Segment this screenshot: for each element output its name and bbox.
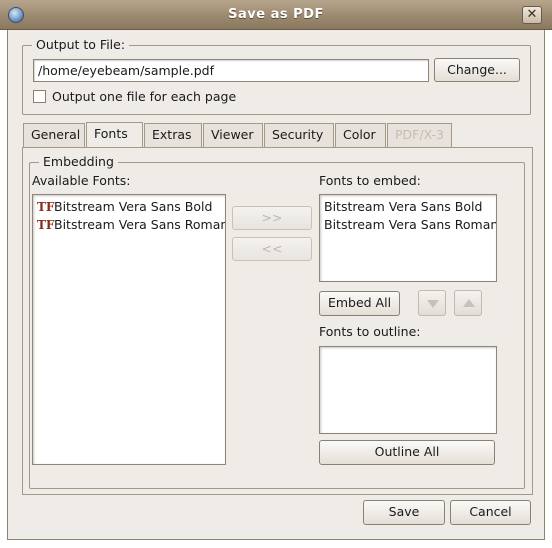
tab-extras-label: Extras [152,127,192,142]
output-group: Output to File: /home/eyebeam/sample.pdf… [22,37,531,115]
font-name: Bitstream Vera Sans Roman [54,217,226,232]
tab-fonts-label: Fonts [94,126,128,141]
available-fonts-list[interactable]: TFBitstream Vera Sans Bold TFBitstream V… [32,194,226,465]
tab-general[interactable]: General [23,123,85,147]
arrow-down-icon [427,300,439,308]
list-item[interactable]: TFBitstream Vera Sans Roman [33,216,225,234]
embed-all-button[interactable]: Embed All [319,291,400,316]
fonts-to-outline-label: Fonts to outline: [319,324,421,339]
window-title: Save as PDF [228,7,324,22]
tab-extras[interactable]: Extras [144,123,202,147]
move-up-button[interactable] [454,290,482,316]
available-fonts-label: Available Fonts: [32,173,131,188]
embedding-group: Embedding Available Fonts: TFBitstream V… [29,154,525,489]
fonts-tab-panel: Embedding Available Fonts: TFBitstream V… [22,147,533,495]
list-item[interactable]: Bitstream Vera Sans Roman [320,216,496,234]
close-button[interactable]: ✕ [522,6,542,24]
tab-bar: General Fonts Extras Viewer Security Col… [23,122,533,149]
tab-color-label: Color [343,127,376,142]
tab-pdfx3: PDF/X-3 [387,123,452,147]
tab-viewer-label: Viewer [211,127,254,142]
truetype-font-icon: TF [37,218,55,232]
fonts-to-embed-label: Fonts to embed: [319,173,421,188]
truetype-font-icon: TF [37,200,55,214]
change-button[interactable]: Change... [434,58,520,82]
tab-general-label: General [31,127,81,142]
fonts-to-embed-list[interactable]: Bitstream Vera Sans Bold Bitstream Vera … [319,194,497,282]
save-as-pdf-dialog: Save as PDF ✕ Output to File: /home/eyeb… [0,0,552,548]
remove-font-button[interactable]: << [232,237,312,261]
tab-pdfx3-label: PDF/X-3 [395,127,444,142]
tab-security-label: Security [272,127,324,142]
tab-fonts[interactable]: Fonts [86,122,143,148]
list-item[interactable]: Bitstream Vera Sans Bold [320,198,496,216]
tab-color[interactable]: Color [335,123,386,147]
tab-security[interactable]: Security [264,123,334,147]
one-file-checkbox[interactable] [33,90,46,103]
fonts-to-outline-list[interactable] [319,346,497,434]
arrow-up-icon [463,299,475,307]
output-group-label: Output to File: [32,37,130,52]
one-file-label[interactable]: Output one file for each page [52,89,236,104]
dialog-body: Output to File: /home/eyebeam/sample.pdf… [7,30,545,540]
close-icon: ✕ [526,7,538,22]
tab-viewer[interactable]: Viewer [203,123,263,147]
save-button[interactable]: Save [363,500,445,525]
cancel-button[interactable]: Cancel [450,500,531,525]
move-down-button[interactable] [418,290,446,316]
title-bar[interactable]: Save as PDF ✕ [0,0,552,30]
embedding-group-label: Embedding [39,154,118,169]
list-item[interactable]: TFBitstream Vera Sans Bold [33,198,225,216]
output-path-field[interactable]: /home/eyebeam/sample.pdf [33,59,429,82]
font-name: Bitstream Vera Sans Bold [54,199,213,214]
outline-all-button[interactable]: Outline All [319,440,495,465]
add-font-button[interactable]: >> [232,206,312,230]
